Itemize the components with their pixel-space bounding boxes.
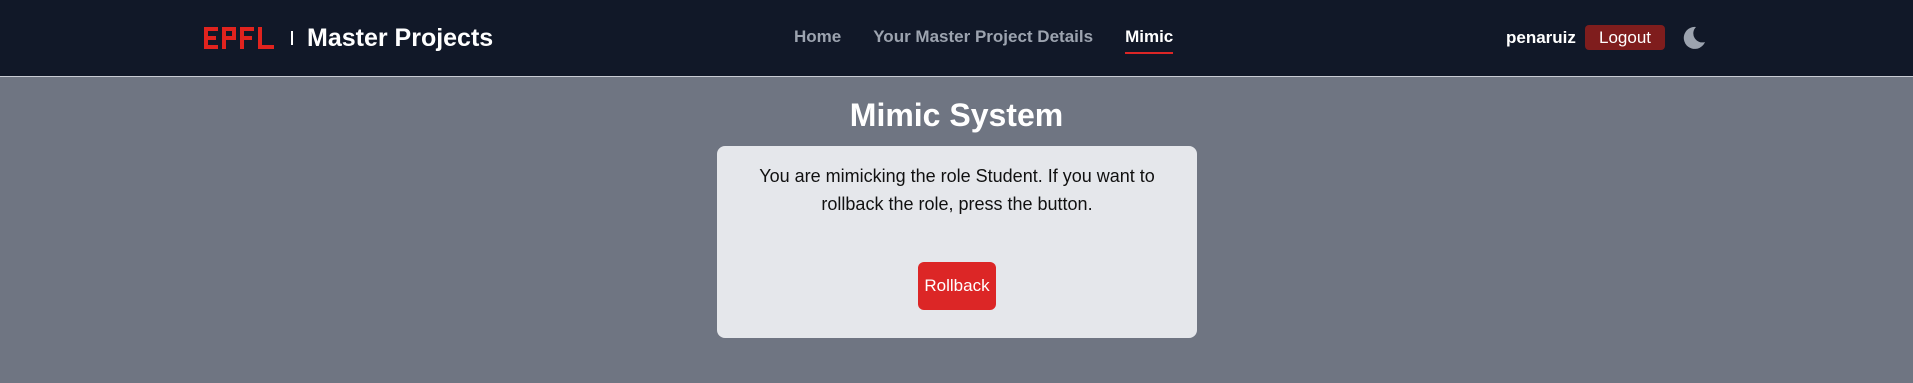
logout-button[interactable]: Logout — [1585, 25, 1665, 50]
nav-link-project-details[interactable]: Your Master Project Details — [873, 27, 1093, 52]
epfl-logo — [204, 27, 274, 49]
moon-icon[interactable] — [1679, 23, 1707, 51]
app-title[interactable]: Master Projects — [307, 24, 493, 53]
brand-divider — [291, 31, 293, 45]
rollback-button[interactable]: Rollback — [918, 262, 996, 310]
mimic-card: You are mimicking the role Student. If y… — [717, 146, 1197, 338]
username: penaruiz — [1506, 28, 1576, 47]
nav-link-mimic[interactable]: Mimic — [1125, 27, 1174, 54]
main-nav: Home Your Master Project Details Mimic — [794, 27, 1174, 54]
top-navbar: Master Projects Home Your Master Project… — [0, 0, 1913, 77]
mimic-message: You are mimicking the role Student. If y… — [759, 166, 1155, 214]
page-title: Mimic System — [849, 97, 1064, 133]
brand[interactable]: Master Projects — [204, 22, 493, 54]
nav-link-home[interactable]: Home — [794, 27, 841, 52]
